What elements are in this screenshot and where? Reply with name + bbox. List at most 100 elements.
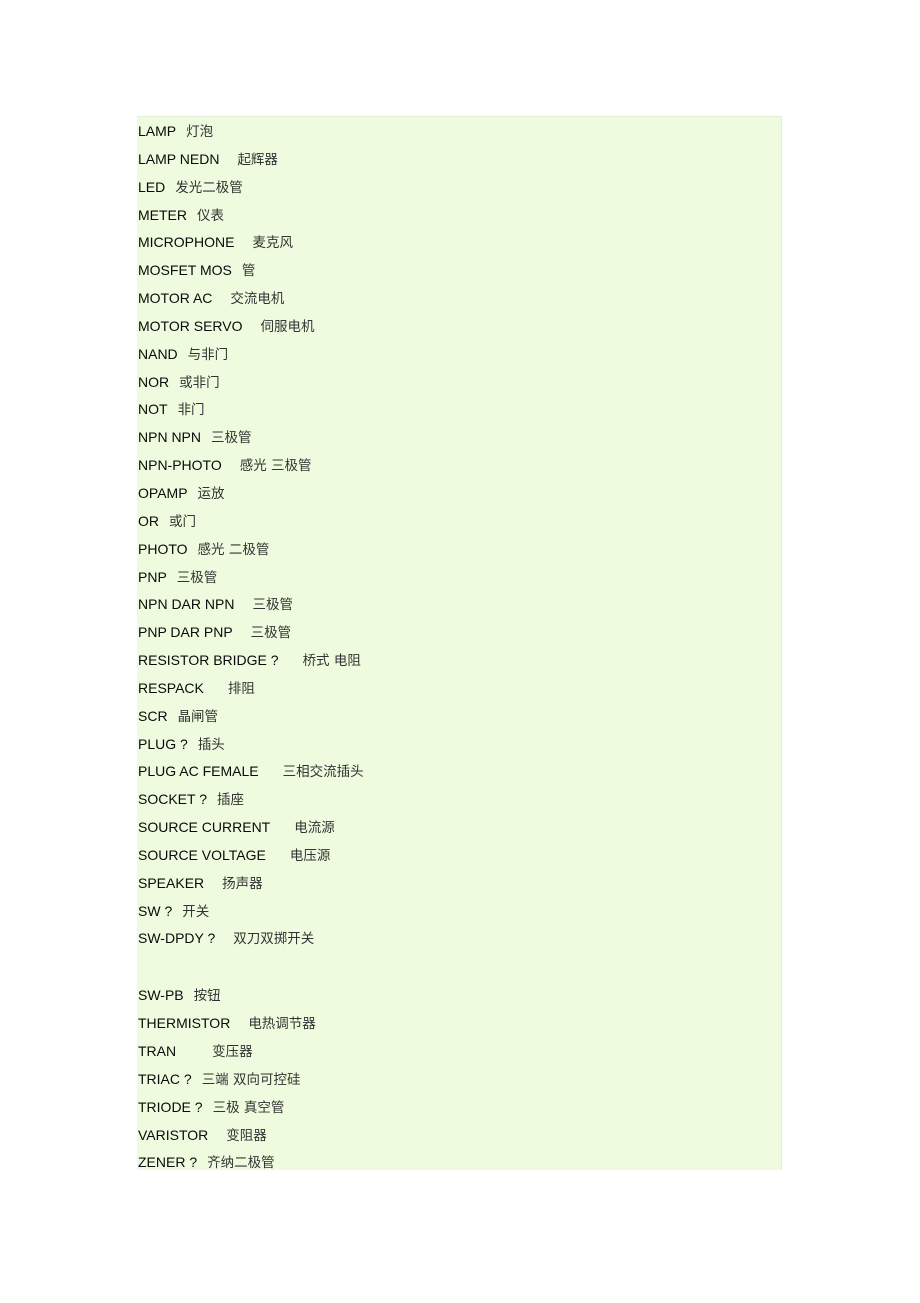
- list-item: NAND 与非门: [138, 343, 364, 371]
- component-term: TRIODE ?: [138, 1098, 203, 1115]
- list-item: SOCKET ? 插座: [138, 788, 364, 816]
- component-term: SOURCE VOLTAGE: [138, 846, 266, 863]
- chinese-translation: 或门: [169, 513, 196, 530]
- list-item: SCR 晶闸管: [138, 705, 364, 733]
- chinese-translation: 电热调节器: [248, 1016, 316, 1033]
- component-term: VARISTOR: [138, 1126, 209, 1143]
- list-item: SW ? 开关: [138, 900, 364, 928]
- component-term: PNP: [138, 568, 167, 585]
- list-item: MOTOR AC 交流电机: [138, 287, 364, 315]
- list-item: PHOTO 感光 二极管: [138, 538, 364, 566]
- chinese-translation: 变阻器: [226, 1127, 267, 1144]
- list-item: NPN DAR NPN 三极管: [138, 593, 364, 621]
- chinese-translation: 非门: [177, 402, 205, 419]
- component-term: NPN-PHOTO: [138, 457, 222, 474]
- component-term: NOR: [138, 373, 170, 390]
- chinese-translation: 插头: [197, 736, 225, 753]
- component-term: METER: [138, 206, 187, 223]
- component-term: SW-PB: [138, 987, 184, 1004]
- component-term: PLUG AC FEMALE: [138, 763, 259, 780]
- list-item: LAMP NEDN 起辉器: [138, 148, 364, 176]
- chinese-translation: 管: [241, 263, 256, 280]
- component-term: SW ?: [138, 902, 173, 919]
- component-term: PNP DAR PNP: [138, 624, 233, 641]
- list-item: ZENER ? 齐纳二极管: [138, 1151, 364, 1179]
- blank-line: [138, 955, 364, 984]
- list-item: NPN NPN 三极管: [138, 426, 364, 454]
- component-term: THERMISTOR: [138, 1015, 231, 1032]
- chinese-translation: 插座: [217, 792, 244, 809]
- list-item: SPEAKER 扬声器: [138, 872, 364, 900]
- chinese-translation: 三极管: [211, 430, 252, 447]
- list-item: MOSFET MOS 管: [138, 259, 364, 287]
- list-item: TRAN 变压器: [138, 1040, 364, 1068]
- chinese-translation: 扬声器: [222, 875, 263, 892]
- list-item: SOURCE VOLTAGE 电压源: [138, 844, 364, 872]
- chinese-translation: 发光二极管: [175, 179, 243, 196]
- chinese-translation: 伺服电机: [260, 318, 315, 335]
- list-item: OR 或门: [138, 510, 364, 538]
- chinese-translation: 感光 三极管: [239, 458, 312, 475]
- component-term: NPN NPN: [138, 429, 202, 446]
- list-item: NOT 非门: [138, 398, 364, 426]
- component-term: PLUG ?: [138, 735, 188, 752]
- component-term: SOURCE CURRENT: [138, 819, 271, 836]
- list-item: VARISTOR 变阻器: [138, 1124, 364, 1152]
- list-item: SOURCE CURRENT 电流源: [138, 816, 364, 844]
- chinese-translation: 与非门: [187, 346, 229, 363]
- chinese-translation: 感光 二极管: [197, 541, 270, 558]
- component-term: LAMP NEDN: [138, 150, 220, 167]
- component-term: MOTOR SERVO: [138, 317, 243, 334]
- component-list: LAMP 灯泡 LAMP NEDN 起辉器 LED 发光二极管 METER 仪表 MICROPH…: [138, 120, 364, 1179]
- list-item: RESISTOR BRIDGE ? 桥式 电阻: [138, 649, 364, 677]
- list-item: PNP DAR PNP 三极管: [138, 621, 364, 649]
- chinese-translation: 三极管: [176, 569, 218, 586]
- component-term: LED: [138, 178, 166, 195]
- list-item: PLUG ? 插头: [138, 733, 364, 761]
- chinese-translation: 电压源: [289, 847, 331, 864]
- chinese-translation: 三相交流插头: [282, 764, 364, 781]
- chinese-translation: 麦克风: [252, 235, 293, 252]
- chinese-translation: 开关: [182, 903, 210, 920]
- component-term: MOTOR AC: [138, 290, 213, 307]
- list-item: PLUG AC FEMALE 三相交流插头: [138, 760, 364, 788]
- list-item: PNP 三极管: [138, 566, 364, 594]
- component-term: SOCKET ?: [138, 791, 207, 808]
- component-term: OPAMP: [138, 484, 188, 501]
- chinese-translation: 仪表: [197, 207, 224, 224]
- chinese-translation: 或非门: [179, 374, 220, 391]
- component-term: SCR: [138, 707, 168, 724]
- list-item: THERMISTOR 电热调节器: [138, 1012, 364, 1040]
- component-list-panel: LAMP 灯泡 LAMP NEDN 起辉器 LED 发光二极管 METER 仪表 MICROPH…: [137, 116, 782, 1171]
- chinese-translation: 按钮: [193, 988, 221, 1005]
- chinese-translation: 运放: [197, 485, 225, 502]
- chinese-translation: 变压器: [212, 1044, 253, 1060]
- list-item: SW-PB 按钮: [138, 984, 364, 1012]
- component-term: NOT: [138, 401, 168, 418]
- component-term: NPN DAR NPN: [138, 596, 235, 613]
- list-item: LAMP 灯泡: [138, 120, 364, 148]
- list-item: MICROPHONE 麦克风: [138, 231, 364, 259]
- list-item: TRIODE ? 三极 真空管: [138, 1096, 364, 1124]
- chinese-translation: 三端 双向可控硅: [201, 1071, 301, 1088]
- list-item: LED 发光二极管: [138, 176, 364, 204]
- chinese-translation: 晶闸管: [177, 708, 219, 725]
- list-item: SW-DPDY ? 双刀双掷开关: [138, 927, 364, 955]
- chinese-translation: 双刀双掷开关: [233, 931, 315, 948]
- chinese-translation: 电流源: [294, 820, 335, 837]
- chinese-translation: 起辉器: [237, 151, 278, 168]
- component-term: SPEAKER: [138, 874, 205, 891]
- component-term: PHOTO: [138, 540, 188, 557]
- chinese-translation: 交流电机: [230, 291, 285, 308]
- component-term: LAMP: [138, 123, 177, 139]
- chinese-translation: 三极管: [250, 625, 292, 642]
- component-term: ZENER ?: [138, 1154, 198, 1171]
- component-term: MICROPHONE: [138, 234, 235, 251]
- chinese-translation: 三极 真空管: [212, 1099, 285, 1116]
- chinese-translation: 三极管: [252, 597, 293, 614]
- list-item: MOTOR SERVO 伺服电机: [138, 315, 364, 343]
- list-item: TRIAC ? 三端 双向可控硅: [138, 1068, 364, 1096]
- component-term: RESPACK: [138, 679, 204, 696]
- chinese-translation: 齐纳二极管: [207, 1155, 275, 1172]
- list-item: NPN-PHOTO 感光 三极管: [138, 454, 364, 482]
